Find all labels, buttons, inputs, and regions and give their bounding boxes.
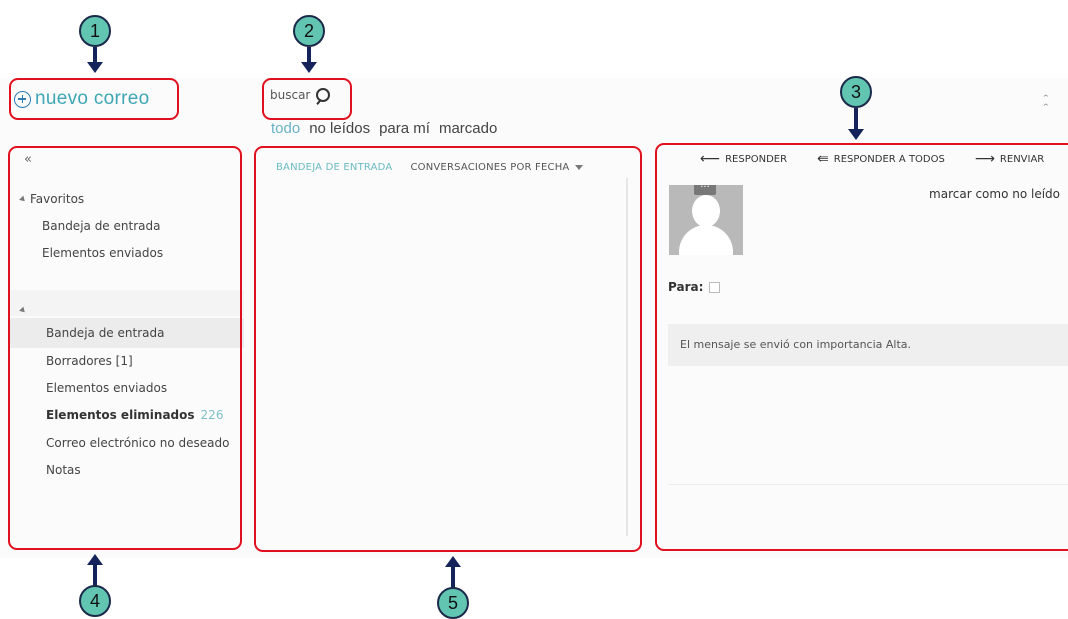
callout-5-arrow-shaft	[451, 566, 455, 588]
callout-1-arrow-head	[87, 62, 103, 73]
callout-2: 2	[293, 15, 325, 47]
annotation-box-5	[254, 146, 642, 552]
callout-1-arrow-shaft	[93, 47, 97, 63]
callout-2-arrow-head	[301, 62, 317, 73]
callout-2-arrow-shaft	[307, 47, 311, 63]
callout-3-arrow-head	[848, 129, 864, 140]
filter-to-me[interactable]: para mí	[379, 120, 430, 137]
annotation-box-2	[262, 78, 352, 120]
callout-3-arrow-shaft	[854, 108, 858, 130]
callout-3: 3	[840, 76, 872, 108]
callout-5: 5	[437, 587, 469, 619]
callout-1: 1	[79, 15, 111, 47]
annotation-box-1	[9, 78, 179, 120]
callout-4: 4	[79, 585, 111, 617]
collapse-header-icon[interactable]: ⌃ ⌃	[1042, 94, 1050, 112]
filter-flagged[interactable]: marcado	[439, 120, 497, 137]
filter-unread[interactable]: no leídos	[309, 120, 370, 137]
callout-4-arrow-shaft	[93, 564, 97, 586]
view-filters: todo no leídos para mí marcado	[271, 120, 497, 137]
filter-all[interactable]: todo	[271, 120, 300, 137]
annotation-box-4	[8, 146, 242, 550]
annotation-box-3	[655, 143, 1068, 551]
